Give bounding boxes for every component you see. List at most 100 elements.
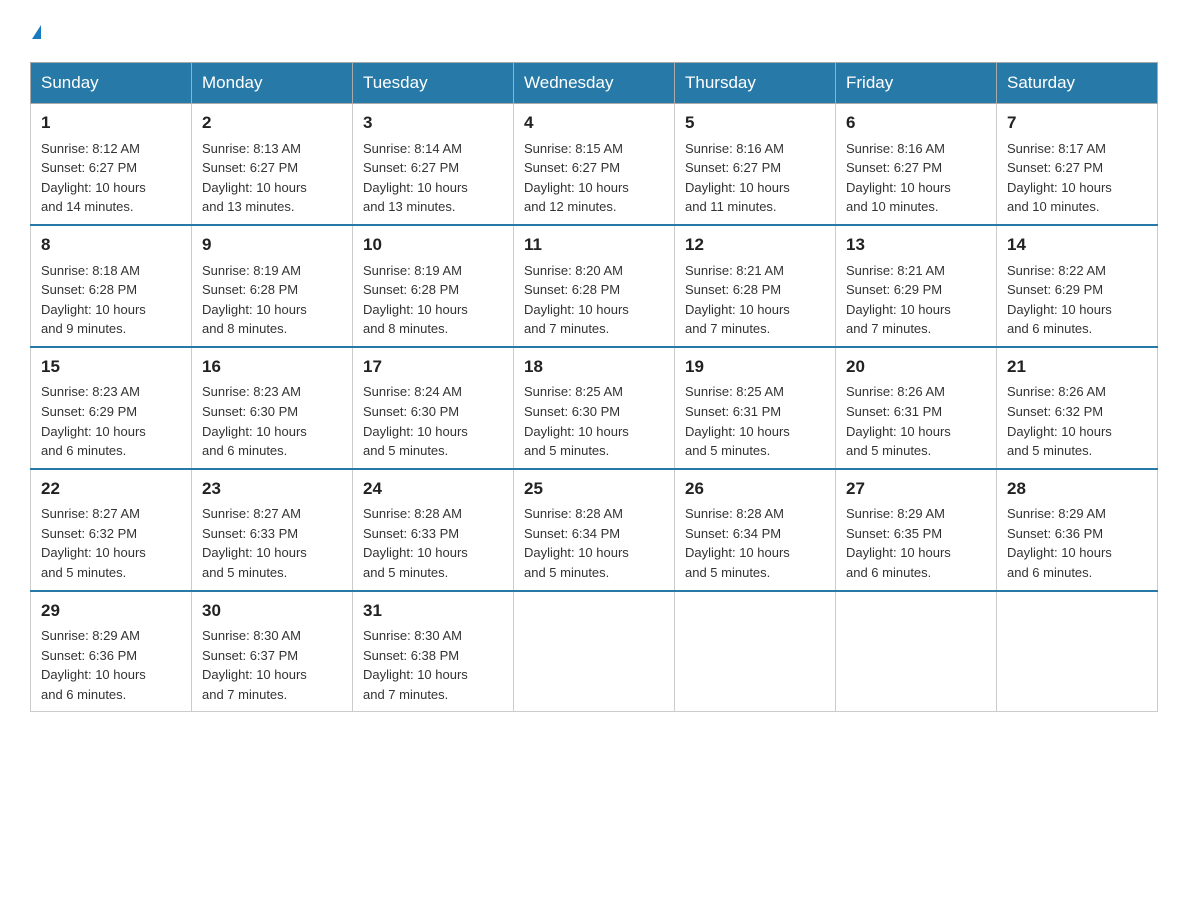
calendar-header-row: SundayMondayTuesdayWednesdayThursdayFrid… [31,63,1158,104]
day-number: 25 [524,477,664,502]
day-info: Sunrise: 8:18 AMSunset: 6:28 PMDaylight:… [41,263,146,337]
calendar-day-cell: 9 Sunrise: 8:19 AMSunset: 6:28 PMDaylight… [192,225,353,347]
calendar-weekday-thursday: Thursday [675,63,836,104]
day-info: Sunrise: 8:20 AMSunset: 6:28 PMDaylight:… [524,263,629,337]
calendar-weekday-wednesday: Wednesday [514,63,675,104]
calendar-day-cell: 17Sunrise: 8:24 AMSunset: 6:30 PMDayligh… [353,347,514,469]
calendar-day-cell: 8 Sunrise: 8:18 AMSunset: 6:28 PMDaylight… [31,225,192,347]
day-info: Sunrise: 8:12 AMSunset: 6:27 PMDaylight:… [41,141,146,215]
calendar-day-cell: 29 Sunrise: 8:29 AMSunset: 6:36 PMDayligh… [31,591,192,712]
calendar-day-cell: 27 Sunrise: 8:29 AMSunset: 6:35 PMDayligh… [836,469,997,591]
day-number: 29 [41,599,181,624]
day-info: Sunrise: 8:25 AMSunset: 6:31 PMDaylight:… [685,384,790,458]
day-info: Sunrise: 8:28 AMSunset: 6:34 PMDaylight:… [524,506,629,580]
calendar-day-cell [836,591,997,712]
day-number: 2 [202,111,342,136]
calendar-day-cell: 4 Sunrise: 8:15 AMSunset: 6:27 PMDaylight… [514,104,675,225]
logo-triangle-icon [32,25,41,39]
calendar-day-cell: 10Sunrise: 8:19 AMSunset: 6:28 PMDayligh… [353,225,514,347]
day-info: Sunrise: 8:28 AMSunset: 6:33 PMDaylight:… [363,506,468,580]
logo-area [30,20,41,44]
day-info: Sunrise: 8:15 AMSunset: 6:27 PMDaylight:… [524,141,629,215]
calendar-day-cell: 21 Sunrise: 8:26 AMSunset: 6:32 PMDayligh… [997,347,1158,469]
calendar-day-cell: 28 Sunrise: 8:29 AMSunset: 6:36 PMDayligh… [997,469,1158,591]
day-info: Sunrise: 8:17 AMSunset: 6:27 PMDaylight:… [1007,141,1112,215]
day-info: Sunrise: 8:29 AMSunset: 6:36 PMDaylight:… [1007,506,1112,580]
day-number: 3 [363,111,503,136]
day-info: Sunrise: 8:19 AMSunset: 6:28 PMDaylight:… [202,263,307,337]
calendar-day-cell: 12Sunrise: 8:21 AMSunset: 6:28 PMDayligh… [675,225,836,347]
day-number: 5 [685,111,825,136]
day-number: 18 [524,355,664,380]
day-info: Sunrise: 8:25 AMSunset: 6:30 PMDaylight:… [524,384,629,458]
day-number: 14 [1007,233,1147,258]
day-number: 27 [846,477,986,502]
calendar-weekday-tuesday: Tuesday [353,63,514,104]
calendar-day-cell: 19 Sunrise: 8:25 AMSunset: 6:31 PMDayligh… [675,347,836,469]
day-number: 12 [685,233,825,258]
calendar-day-cell [675,591,836,712]
day-info: Sunrise: 8:13 AMSunset: 6:27 PMDaylight:… [202,141,307,215]
calendar-table: SundayMondayTuesdayWednesdayThursdayFrid… [30,62,1158,712]
day-number: 6 [846,111,986,136]
calendar-day-cell: 14 Sunrise: 8:22 AMSunset: 6:29 PMDayligh… [997,225,1158,347]
day-info: Sunrise: 8:29 AMSunset: 6:36 PMDaylight:… [41,628,146,702]
calendar-day-cell: 7 Sunrise: 8:17 AMSunset: 6:27 PMDaylight… [997,104,1158,225]
day-info: Sunrise: 8:26 AMSunset: 6:31 PMDaylight:… [846,384,951,458]
day-number: 23 [202,477,342,502]
day-number: 26 [685,477,825,502]
day-info: Sunrise: 8:19 AMSunset: 6:28 PMDaylight:… [363,263,468,337]
calendar-day-cell: 30Sunrise: 8:30 AMSunset: 6:37 PMDayligh… [192,591,353,712]
calendar-day-cell: 24 Sunrise: 8:28 AMSunset: 6:33 PMDayligh… [353,469,514,591]
calendar-day-cell: 25 Sunrise: 8:28 AMSunset: 6:34 PMDayligh… [514,469,675,591]
calendar-week-row: 8 Sunrise: 8:18 AMSunset: 6:28 PMDaylight… [31,225,1158,347]
day-number: 17 [363,355,503,380]
calendar-day-cell: 11 Sunrise: 8:20 AMSunset: 6:28 PMDayligh… [514,225,675,347]
day-info: Sunrise: 8:30 AMSunset: 6:38 PMDaylight:… [363,628,468,702]
day-info: Sunrise: 8:14 AMSunset: 6:27 PMDaylight:… [363,141,468,215]
day-number: 30 [202,599,342,624]
day-number: 11 [524,233,664,258]
day-number: 21 [1007,355,1147,380]
calendar-week-row: 22Sunrise: 8:27 AMSunset: 6:32 PMDayligh… [31,469,1158,591]
day-info: Sunrise: 8:21 AMSunset: 6:29 PMDaylight:… [846,263,951,337]
day-info: Sunrise: 8:28 AMSunset: 6:34 PMDaylight:… [685,506,790,580]
day-number: 7 [1007,111,1147,136]
calendar-day-cell: 5 Sunrise: 8:16 AMSunset: 6:27 PMDaylight… [675,104,836,225]
day-number: 19 [685,355,825,380]
day-number: 4 [524,111,664,136]
day-info: Sunrise: 8:27 AMSunset: 6:33 PMDaylight:… [202,506,307,580]
calendar-day-cell: 1 Sunrise: 8:12 AMSunset: 6:27 PMDaylight… [31,104,192,225]
logo-text [30,20,41,48]
day-number: 28 [1007,477,1147,502]
day-info: Sunrise: 8:16 AMSunset: 6:27 PMDaylight:… [846,141,951,215]
calendar-day-cell: 13 Sunrise: 8:21 AMSunset: 6:29 PMDayligh… [836,225,997,347]
calendar-day-cell: 18 Sunrise: 8:25 AMSunset: 6:30 PMDayligh… [514,347,675,469]
day-number: 8 [41,233,181,258]
day-number: 24 [363,477,503,502]
calendar-day-cell: 16 Sunrise: 8:23 AMSunset: 6:30 PMDayligh… [192,347,353,469]
page-header [30,20,1158,44]
day-number: 16 [202,355,342,380]
day-info: Sunrise: 8:29 AMSunset: 6:35 PMDaylight:… [846,506,951,580]
day-info: Sunrise: 8:22 AMSunset: 6:29 PMDaylight:… [1007,263,1112,337]
calendar-day-cell: 26 Sunrise: 8:28 AMSunset: 6:34 PMDayligh… [675,469,836,591]
calendar-day-cell: 20Sunrise: 8:26 AMSunset: 6:31 PMDayligh… [836,347,997,469]
calendar-week-row: 1 Sunrise: 8:12 AMSunset: 6:27 PMDaylight… [31,104,1158,225]
calendar-day-cell: 23 Sunrise: 8:27 AMSunset: 6:33 PMDayligh… [192,469,353,591]
day-number: 13 [846,233,986,258]
day-info: Sunrise: 8:27 AMSunset: 6:32 PMDaylight:… [41,506,146,580]
calendar-week-row: 15Sunrise: 8:23 AMSunset: 6:29 PMDayligh… [31,347,1158,469]
calendar-day-cell: 2 Sunrise: 8:13 AMSunset: 6:27 PMDaylight… [192,104,353,225]
calendar-day-cell: 31 Sunrise: 8:30 AMSunset: 6:38 PMDayligh… [353,591,514,712]
calendar-weekday-saturday: Saturday [997,63,1158,104]
day-info: Sunrise: 8:23 AMSunset: 6:30 PMDaylight:… [202,384,307,458]
day-info: Sunrise: 8:16 AMSunset: 6:27 PMDaylight:… [685,141,790,215]
day-info: Sunrise: 8:26 AMSunset: 6:32 PMDaylight:… [1007,384,1112,458]
calendar-week-row: 29 Sunrise: 8:29 AMSunset: 6:36 PMDayligh… [31,591,1158,712]
day-number: 1 [41,111,181,136]
day-number: 9 [202,233,342,258]
day-number: 31 [363,599,503,624]
calendar-weekday-sunday: Sunday [31,63,192,104]
calendar-day-cell [514,591,675,712]
